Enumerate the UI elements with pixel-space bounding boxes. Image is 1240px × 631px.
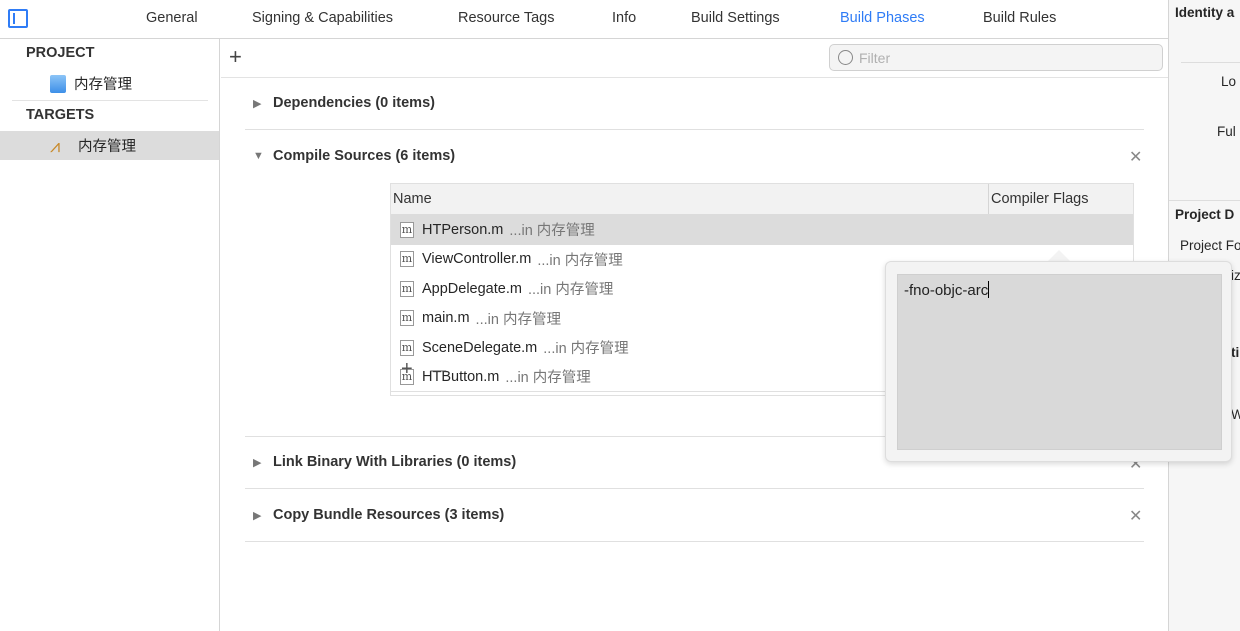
filter-icon (838, 50, 853, 65)
sidebar-item-project[interactable]: 内存管理 (0, 69, 219, 98)
phase-title: Dependencies (0 items) (273, 95, 435, 111)
divider (221, 77, 1168, 78)
project-document-header: Project D (1175, 207, 1235, 222)
remove-file-button[interactable]: — (430, 362, 446, 379)
phase-link-binary[interactable]: ▶ Link Binary With Libraries (0 items) (253, 454, 516, 470)
inspector-label: W (1231, 407, 1240, 422)
file-name: main.m (422, 310, 470, 327)
add-phase-button[interactable]: + (229, 46, 242, 68)
identity-header: Identity a (1175, 5, 1235, 20)
tab-info[interactable]: Info (612, 10, 636, 26)
sidebar-item-target[interactable]: ⩘ 内存管理 (0, 131, 219, 160)
app-target-icon: ⩘ (50, 135, 61, 156)
file-location: ...in 内存管理 (537, 252, 623, 269)
phase-copy-bundle[interactable]: ▶ Copy Bundle Resources (3 items) (253, 507, 504, 523)
phase-title: Link Binary With Libraries (0 items) (273, 454, 517, 470)
full-path-label: Ful (1217, 124, 1236, 139)
disclosure-right-icon: ▶ (253, 509, 262, 522)
editor-tab-bar: General Signing & Capabilities Resource … (0, 0, 1168, 39)
table-row[interactable]: m HTPerson.m ...in 内存管理 (391, 215, 1133, 245)
targets-header: TARGETS (26, 107, 95, 123)
file-location: ...in 内存管理 (475, 311, 561, 328)
divider (245, 488, 1144, 489)
tab-build-phases[interactable]: Build Phases (840, 10, 925, 26)
location-label: Lo (1221, 74, 1237, 89)
file-name: HTPerson.m (422, 221, 504, 238)
add-file-button[interactable]: + (401, 358, 413, 380)
objc-file-icon: m (400, 310, 414, 327)
filter-placeholder: Filter (859, 49, 891, 66)
sidebar-toggle-icon[interactable] (8, 9, 28, 28)
column-name[interactable]: Name (393, 191, 432, 207)
filter-input[interactable]: Filter (829, 44, 1163, 71)
phase-title: Copy Bundle Resources (3 items) (273, 507, 505, 523)
tab-resource-tags[interactable]: Resource Tags (458, 10, 554, 26)
project-header: PROJECT (26, 45, 95, 61)
divider (245, 129, 1144, 130)
project-target-sidebar: PROJECT 内存管理 TARGETS ⩘ 内存管理 (0, 39, 220, 631)
objc-file-icon: m (400, 221, 414, 238)
project-file-icon (50, 74, 66, 93)
flags-text: -fno-objc-arc (904, 282, 989, 299)
phase-compile-sources[interactable]: ▼ Compile Sources (6 items) (253, 148, 455, 164)
file-name: SceneDelegate.m (422, 339, 538, 356)
inspector-label: iz (1231, 268, 1240, 283)
file-location: ...in 内存管理 (505, 370, 591, 387)
close-icon[interactable]: ✕ (1129, 147, 1142, 167)
divider (12, 100, 208, 101)
disclosure-down-icon: ▼ (253, 150, 264, 162)
table-footer: + — (401, 358, 446, 381)
disclosure-right-icon: ▶ (253, 97, 262, 110)
file-name: ViewController.m (422, 251, 532, 268)
tab-signing[interactable]: Signing & Capabilities (252, 10, 393, 26)
file-location: ...in 内存管理 (527, 282, 614, 299)
close-icon[interactable]: ✕ (1129, 506, 1142, 526)
file-location: ...in 内存管理 (509, 223, 595, 240)
tab-general[interactable]: General (146, 10, 198, 26)
tab-build-settings[interactable]: Build Settings (691, 10, 780, 26)
inspector-label: ti (1231, 345, 1240, 360)
file-location: ...in 内存管理 (543, 341, 629, 358)
target-name: 内存管理 (78, 139, 136, 155)
phase-title: Compile Sources (6 items) (273, 148, 456, 164)
project-format-label: Project Fo (1180, 238, 1240, 253)
column-compiler-flags[interactable]: Compiler Flags (991, 191, 1089, 207)
file-name: AppDelegate.m (422, 280, 522, 297)
objc-file-icon: m (400, 280, 414, 297)
project-name: 内存管理 (74, 77, 132, 93)
objc-file-icon: m (400, 251, 414, 268)
objc-file-icon: m (400, 339, 414, 356)
phase-dependencies[interactable]: ▶ Dependencies (0 items) (253, 95, 435, 111)
tab-build-rules[interactable]: Build Rules (983, 10, 1056, 26)
text-caret (988, 281, 990, 298)
disclosure-right-icon: ▶ (253, 456, 262, 469)
divider (245, 541, 1144, 542)
compiler-flags-popover: -fno-objc-arc (885, 261, 1232, 462)
compiler-flags-input[interactable]: -fno-objc-arc (897, 274, 1222, 450)
table-header: Name Compiler Flags (391, 183, 1133, 215)
